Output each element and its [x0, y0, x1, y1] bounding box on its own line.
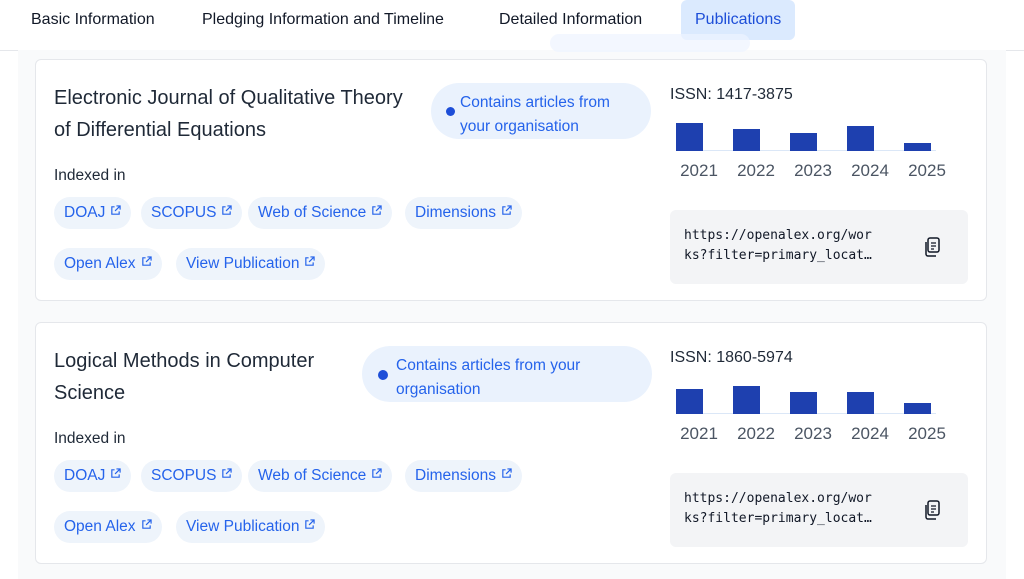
tab-basic-information[interactable]: Basic Information [31, 0, 155, 40]
chip-doaj[interactable]: DOAJ [54, 460, 132, 492]
chip-label: DOAJ [64, 204, 106, 221]
copy-icon[interactable] [922, 499, 942, 521]
title-line: Science [54, 382, 126, 404]
chip-label: View Publication [186, 255, 300, 272]
year-bar-2023 [790, 133, 817, 151]
external-link-icon [222, 468, 233, 478]
tooltip-ghost [550, 34, 750, 52]
chip-scopus[interactable]: SCOPUS [141, 197, 243, 229]
chip-label: Web of Science [258, 467, 367, 484]
badge-text: Contains articles from your [396, 357, 581, 374]
chip-web-of-science[interactable]: Web of Science [248, 197, 393, 229]
tab-pledging-information[interactable]: Pledging Information and Timeline [202, 0, 444, 40]
year-label: 2021 [680, 424, 718, 443]
year-bar-2024 [847, 392, 874, 414]
check-dot-icon [446, 107, 455, 116]
year-bar-2023 [790, 392, 817, 414]
url-line: ks?filter=primary_locat… [684, 511, 872, 526]
title-line: Electronic Journal of Qualitative Theory [54, 87, 403, 109]
year-bar-2021 [676, 123, 703, 151]
chip-label: SCOPUS [151, 467, 217, 484]
openalex-url[interactable]: https://openalex.org/wor ks?filter=prima… [684, 226, 904, 266]
chip-view-publication[interactable]: View Publication [176, 248, 326, 280]
external-link-icon [305, 256, 316, 266]
publication-card: Electronic Journal of Qualitative Theory… [35, 59, 987, 301]
external-link-icon [502, 205, 512, 215]
chip-label: Web of Science [258, 204, 367, 221]
title-line: Logical Methods in Computer [54, 350, 315, 372]
chip-label: View Publication [186, 518, 300, 535]
chip-scopus[interactable]: SCOPUS [141, 460, 243, 492]
year-bar-2025 [904, 143, 931, 151]
year-bar-chart [676, 374, 936, 414]
year-bar-chart [676, 111, 936, 151]
chip-dimensions[interactable]: Dimensions [405, 197, 522, 229]
badge-text: Contains articles from [460, 94, 610, 111]
org-articles-badge: Contains articles from your organisation [431, 83, 651, 139]
indexed-in-label: Indexed in [54, 167, 126, 184]
chip-doaj[interactable]: DOAJ [54, 197, 132, 229]
year-label: 2024 [851, 161, 889, 180]
year-label: 2025 [908, 161, 946, 180]
external-link-icon [372, 205, 382, 215]
chip-web-of-science[interactable]: Web of Science [248, 460, 393, 492]
external-link-icon [141, 256, 152, 266]
indexed-in-label: Indexed in [54, 430, 126, 447]
issn-label: ISSN: 1417-3875 [670, 86, 793, 103]
chip-open-alex[interactable]: Open Alex [54, 511, 162, 543]
url-line: https://openalex.org/wor [684, 228, 872, 243]
year-bar-2021 [676, 389, 703, 414]
year-bar-2022 [733, 129, 760, 151]
title-line: of Differential Equations [54, 119, 266, 141]
publication-card: Logical Methods in Computer Science Cont… [35, 322, 987, 564]
org-articles-badge: Contains articles from your organisation [362, 346, 652, 402]
chip-open-alex[interactable]: Open Alex [54, 248, 162, 280]
year-label: 2025 [908, 424, 946, 443]
url-line: https://openalex.org/wor [684, 491, 872, 506]
year-label: 2021 [680, 161, 718, 180]
chip-label: Dimensions [415, 467, 496, 484]
year-bar-2025 [904, 403, 931, 414]
year-label: 2022 [737, 161, 775, 180]
publication-title: Logical Methods in Computer Science [54, 345, 314, 409]
chip-label: DOAJ [64, 467, 106, 484]
copy-icon[interactable] [922, 236, 942, 258]
tab-bar: Basic Information Pledging Information a… [0, 0, 1024, 51]
badge-text: organisation [396, 381, 481, 398]
chip-view-publication[interactable]: View Publication [176, 511, 326, 543]
chip-label: Dimensions [415, 204, 496, 221]
issn-label: ISSN: 1860-5974 [670, 349, 793, 366]
external-link-icon [305, 519, 316, 529]
external-link-icon [222, 205, 233, 215]
external-link-icon [111, 468, 122, 478]
badge-text: your organisation [460, 118, 579, 135]
publication-title: Electronic Journal of Qualitative Theory… [54, 82, 403, 146]
check-dot-icon [378, 370, 388, 380]
openalex-url-box: https://openalex.org/wor ks?filter=prima… [670, 210, 968, 284]
chip-label: Open Alex [64, 255, 136, 272]
chip-label: Open Alex [64, 518, 136, 535]
year-bar-2022 [733, 386, 760, 414]
year-label: 2022 [737, 424, 775, 443]
chip-dimensions[interactable]: Dimensions [405, 460, 522, 492]
external-link-icon [372, 468, 382, 478]
year-bar-2024 [847, 126, 874, 151]
year-label: 2023 [794, 161, 832, 180]
external-link-icon [141, 519, 152, 529]
openalex-url-box: https://openalex.org/wor ks?filter=prima… [670, 473, 968, 547]
chip-label: SCOPUS [151, 204, 217, 221]
year-label: 2023 [794, 424, 832, 443]
openalex-url[interactable]: https://openalex.org/wor ks?filter=prima… [684, 489, 904, 529]
url-line: ks?filter=primary_locat… [684, 248, 872, 263]
year-label: 2024 [851, 424, 889, 443]
external-link-icon [111, 205, 122, 215]
external-link-icon [502, 468, 512, 478]
